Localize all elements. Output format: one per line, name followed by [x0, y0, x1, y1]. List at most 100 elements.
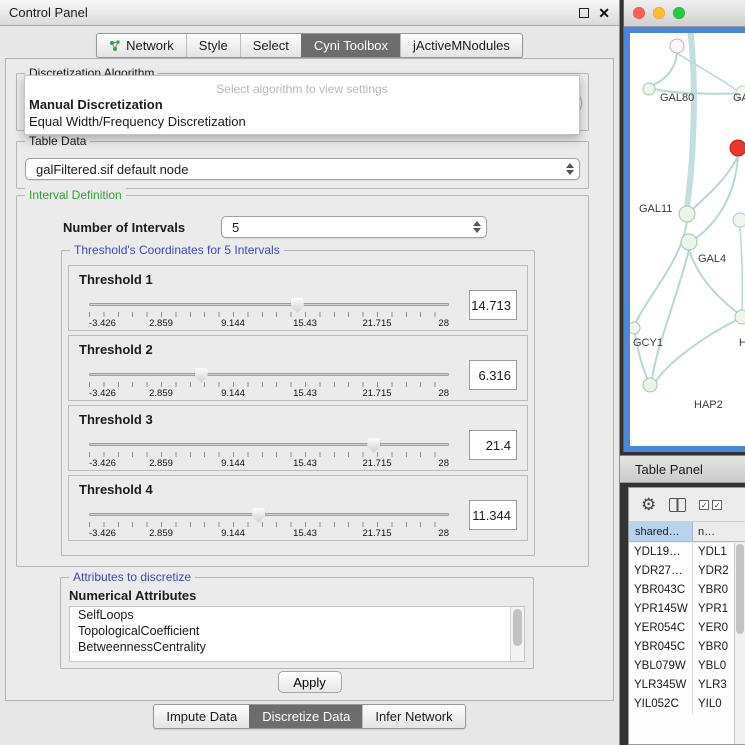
- node-label: GAL11: [639, 203, 672, 215]
- slider-thumb[interactable]: [367, 438, 380, 453]
- attributes-scrollbar[interactable]: [510, 607, 524, 661]
- cell-name: YBR0: [693, 581, 734, 600]
- tab-discretize-data[interactable]: Discretize Data: [249, 705, 362, 728]
- thresholds-group: Threshold's Coordinates for 5 Intervals …: [61, 250, 535, 556]
- tab-jactivemnodules[interactable]: jActiveMNodules: [400, 34, 522, 57]
- threshold-panel: Threshold 3 -3.426 2.859 9.144 15.43: [68, 405, 528, 471]
- network-node[interactable]: [735, 310, 745, 324]
- network-node[interactable]: [733, 213, 745, 227]
- panel-title: Control Panel: [9, 5, 88, 20]
- cell-shared-name: YBR045C: [629, 638, 693, 657]
- threshold-slider[interactable]: -3.426 2.859 9.144 15.43 21.715 28: [89, 508, 449, 536]
- network-window: GAL80 GA GAL11 GAL4 GCY1 HAP2 H: [623, 0, 745, 452]
- slider-track[interactable]: [89, 303, 449, 306]
- table-row[interactable]: YLR345W YLR3: [629, 676, 734, 695]
- table-data-group: Table Data galFiltered.sif default node: [16, 141, 589, 189]
- network-node-selected[interactable]: [730, 140, 745, 156]
- control-panel: Control Panel ✕ Network Style Select Cyn…: [0, 0, 620, 745]
- threshold-value-field[interactable]: 6.316: [469, 360, 517, 390]
- table-data-combobox[interactable]: galFiltered.sif default node: [25, 158, 580, 180]
- top-tab-row: Network Style Select Cyni Toolbox jActiv…: [0, 33, 619, 58]
- tab-impute-data[interactable]: Impute Data: [154, 705, 249, 728]
- network-canvas[interactable]: GAL80 GA GAL11 GAL4 GCY1 HAP2 H: [630, 33, 745, 446]
- right-region: GAL80 GA GAL11 GAL4 GCY1 HAP2 H Table Pa…: [620, 0, 745, 745]
- cell-shared-name: YER054C: [629, 619, 693, 638]
- network-window-titlebar: [624, 0, 745, 27]
- slider-scale: -3.426 2.859 9.144 15.43 21.715 28: [89, 458, 449, 469]
- table-row[interactable]: YPR145W YPR1: [629, 600, 734, 619]
- cell-name: YDL1: [693, 543, 734, 562]
- scrollbar-thumb[interactable]: [736, 544, 744, 634]
- apply-button[interactable]: Apply: [278, 671, 342, 693]
- slider-track[interactable]: [89, 373, 449, 376]
- algorithm-option-manual[interactable]: Manual Discretization: [25, 96, 579, 113]
- algorithm-option-equal-width[interactable]: Equal Width/Frequency Discretization: [25, 113, 579, 130]
- threshold-value-field[interactable]: 21.4: [469, 430, 517, 460]
- slider-thumb[interactable]: [195, 368, 208, 383]
- table-row[interactable]: YBL079W YBL0: [629, 657, 734, 676]
- list-item[interactable]: TopologicalCoefficient: [70, 623, 524, 639]
- table-row[interactable]: YDL19… YDL1: [629, 543, 734, 562]
- network-node[interactable]: [679, 206, 695, 222]
- minimize-traffic-light-icon[interactable]: [653, 7, 665, 19]
- tab-style[interactable]: Style: [186, 34, 240, 57]
- network-frame: GAL80 GA GAL11 GAL4 GCY1 HAP2 H: [624, 27, 745, 452]
- slider-thumb[interactable]: [291, 298, 304, 313]
- table-row[interactable]: YBR043C YBR0: [629, 581, 734, 600]
- slider-track[interactable]: [89, 513, 449, 516]
- tab-infer-network[interactable]: Infer Network: [362, 705, 464, 728]
- close-icon[interactable]: ✕: [598, 8, 610, 18]
- slider-thumb[interactable]: [252, 508, 265, 523]
- threshold-value-field[interactable]: 14.713: [469, 290, 517, 320]
- table-scrollbar[interactable]: [734, 543, 745, 744]
- network-node[interactable]: [643, 378, 657, 392]
- threshold-value-field[interactable]: 11.344: [469, 500, 517, 530]
- tab-network[interactable]: Network: [97, 34, 186, 57]
- tab-cyni-toolbox[interactable]: Cyni Toolbox: [301, 34, 400, 57]
- network-node[interactable]: [643, 83, 655, 95]
- table-row[interactable]: YER054C YER0: [629, 619, 734, 638]
- gear-icon[interactable]: ⚙: [641, 496, 656, 513]
- columns-icon[interactable]: [669, 498, 686, 512]
- network-icon: [109, 40, 121, 52]
- tab-select[interactable]: Select: [240, 34, 301, 57]
- slider-ticks: [89, 312, 449, 317]
- cell-shared-name: YPR145W: [629, 600, 693, 619]
- table-row[interactable]: YDR27… YDR2: [629, 562, 734, 581]
- table-row[interactable]: YIL052C YIL0: [629, 695, 734, 714]
- list-item[interactable]: SelfLoops: [70, 607, 524, 623]
- slider-scale: -3.426 2.859 9.144 15.43 21.715 28: [89, 528, 449, 539]
- cell-name: YPR1: [693, 600, 734, 619]
- group-label: Interval Definition: [25, 188, 126, 202]
- node-label: GAL4: [698, 253, 726, 265]
- table-panel-title: Table Panel: [635, 462, 703, 477]
- threshold-panel: Threshold 4 -3.426 2.859 9.144 15.43: [68, 475, 528, 541]
- list-item[interactable]: BetweennessCentrality: [70, 639, 524, 655]
- combobox-stepper-icon: [566, 163, 574, 175]
- checkbox-icon: ✓: [712, 500, 722, 510]
- node-label: GAL80: [660, 92, 694, 104]
- cell-name: YBR0: [693, 638, 734, 657]
- column-header-name[interactable]: n…: [693, 522, 745, 541]
- threshold-list: Threshold 1 -3.426 2.859 9.144 15.43: [62, 251, 534, 541]
- scrollbar-thumb[interactable]: [513, 609, 522, 646]
- number-of-intervals-combobox[interactable]: 5: [221, 216, 487, 238]
- network-node[interactable]: [630, 322, 640, 334]
- table-header-row: shared… n…: [629, 522, 745, 542]
- threshold-slider[interactable]: -3.426 2.859 9.144 15.43 21.715 28: [89, 298, 449, 326]
- close-traffic-light-icon[interactable]: [633, 7, 645, 19]
- float-window-icon[interactable]: [579, 8, 589, 18]
- cell-shared-name: YLR345W: [629, 676, 693, 695]
- slider-ticks: [89, 522, 449, 527]
- network-node[interactable]: [670, 39, 684, 53]
- column-header-shared[interactable]: shared…: [629, 522, 693, 541]
- threshold-slider[interactable]: -3.426 2.859 9.144 15.43 21.715 28: [89, 368, 449, 396]
- slider-ticks: [89, 452, 449, 457]
- number-of-intervals-label: Number of Intervals: [63, 220, 185, 235]
- zoom-traffic-light-icon[interactable]: [673, 7, 685, 19]
- slider-track[interactable]: [89, 443, 449, 446]
- select-columns-checkbox-icons[interactable]: ✓ ✓: [699, 500, 722, 510]
- threshold-slider[interactable]: -3.426 2.859 9.144 15.43 21.715 28: [89, 438, 449, 466]
- network-node[interactable]: [681, 234, 697, 250]
- table-row[interactable]: YBR045C YBR0: [629, 638, 734, 657]
